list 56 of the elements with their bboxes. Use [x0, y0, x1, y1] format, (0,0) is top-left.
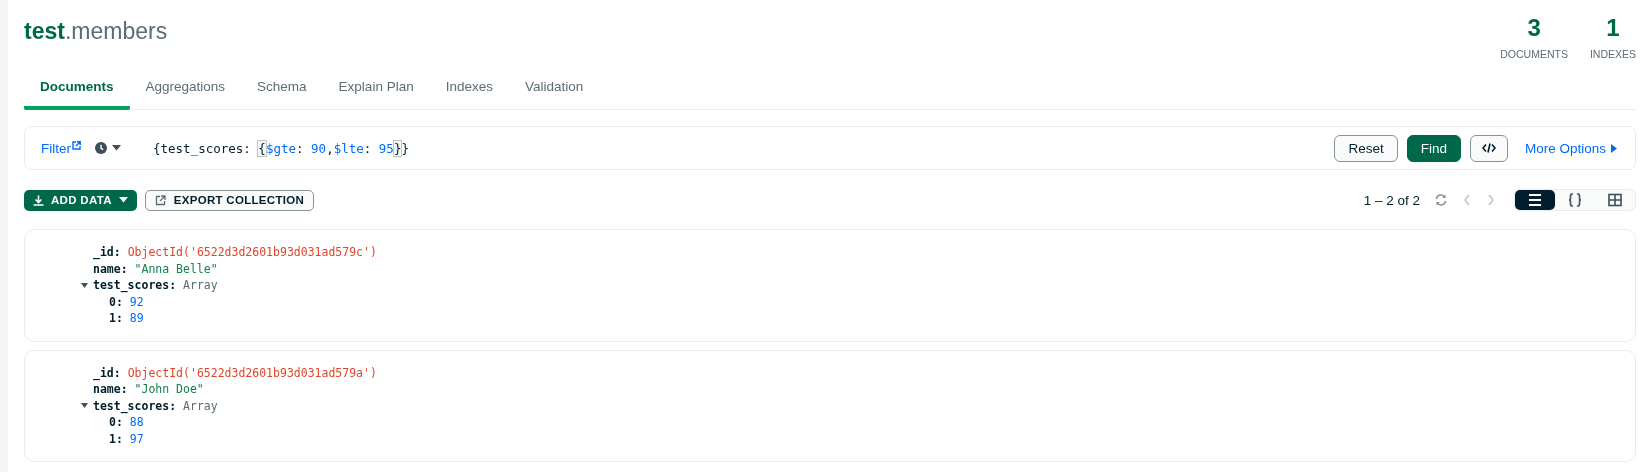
- field-value: 92: [129, 293, 144, 310]
- field-value: 89: [129, 310, 144, 327]
- clock-icon: [95, 142, 107, 154]
- stat-value: 3: [1527, 14, 1541, 42]
- stat-label: DOCUMENTS: [1500, 48, 1568, 60]
- refresh-icon[interactable]: [1434, 193, 1448, 207]
- find-button[interactable]: Find: [1406, 134, 1461, 162]
- more-options-link[interactable]: More Options: [1524, 140, 1617, 156]
- field-key: name:: [93, 260, 128, 277]
- tab[interactable]: Documents: [24, 74, 130, 110]
- code-view-button[interactable]: [1469, 134, 1508, 162]
- tab[interactable]: Aggregations: [129, 74, 242, 110]
- tab[interactable]: Validation: [508, 74, 600, 110]
- stat-label: INDEXES: [1589, 48, 1636, 60]
- tab[interactable]: Indexes: [429, 74, 509, 110]
- stat-value: 1: [1606, 14, 1620, 42]
- download-icon: [33, 194, 44, 206]
- export-icon: [154, 194, 166, 206]
- collection-title: test.members: [24, 18, 168, 46]
- field-key: 1:: [109, 310, 123, 327]
- field-key: 1:: [109, 430, 123, 447]
- field-value: Array: [183, 397, 218, 414]
- braces-icon: [1568, 193, 1582, 207]
- export-collection-button[interactable]: EXPORT COLLECTION: [144, 189, 315, 211]
- field-key: name:: [93, 381, 128, 398]
- caret-right-icon: [1611, 143, 1617, 153]
- field-value: 88: [129, 414, 144, 431]
- field-value: 97: [129, 430, 144, 447]
- reset-button[interactable]: Reset: [1334, 134, 1398, 162]
- table-icon: [1608, 193, 1622, 207]
- query-input-field[interactable]: {test_scores: {$gte: 90,$lte: 95}}: [153, 140, 1326, 156]
- field-key: test_scores:: [93, 397, 177, 414]
- tab[interactable]: Explain Plan: [322, 74, 430, 110]
- field-key: 0:: [109, 414, 123, 431]
- field-value: ObjectId('6522d3d2601b93d031ad579a'): [127, 364, 377, 381]
- caret-down-icon: [112, 145, 121, 151]
- field-value: "Anna Belle": [134, 260, 218, 277]
- list-icon: [1528, 193, 1542, 207]
- field-value: "John Doe": [134, 381, 204, 398]
- field-value: Array: [183, 277, 218, 294]
- tab[interactable]: Schema: [241, 74, 323, 110]
- add-data-button[interactable]: ADD DATA: [24, 189, 137, 211]
- pagination-text: 1 – 2 of 2: [1363, 192, 1420, 208]
- field-key: 0:: [109, 293, 123, 310]
- external-link-icon: [72, 140, 81, 150]
- code-icon: [1481, 143, 1496, 153]
- query-history-button[interactable]: [95, 142, 121, 154]
- collapse-arrow-icon[interactable]: [81, 281, 88, 289]
- field-key: test_scores:: [93, 277, 177, 294]
- caret-down-icon: [118, 197, 128, 203]
- collapse-arrow-icon[interactable]: [81, 402, 88, 410]
- field-key: _id:: [93, 364, 121, 381]
- filter-link[interactable]: Filter: [41, 140, 81, 156]
- list-view-button[interactable]: [1515, 190, 1555, 210]
- field-key: _id:: [93, 244, 121, 261]
- field-value: ObjectId('6522d3d2601b93d031ad579c'): [127, 244, 377, 261]
